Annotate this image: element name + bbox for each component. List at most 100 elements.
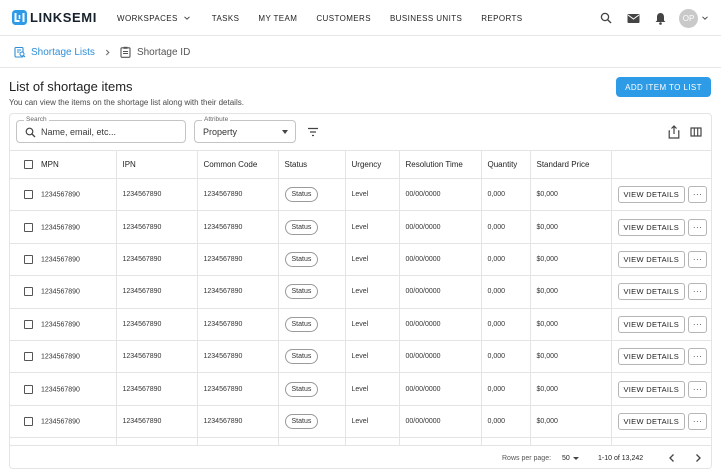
nav-my-team-label: MY TEAM xyxy=(258,13,298,23)
nav-customers[interactable]: CUSTOMERS xyxy=(316,14,371,23)
cell-resolution-time: 00/00/0000 xyxy=(399,372,482,406)
more-options-button[interactable]: ··· xyxy=(688,315,708,333)
view-details-button[interactable]: VIEW DETAILS xyxy=(617,315,686,333)
cell-ipn: 1234567890 xyxy=(116,308,198,341)
cell-urgency: Level xyxy=(345,243,400,277)
row-checkbox[interactable] xyxy=(24,222,33,232)
breadcrumb-shortage-lists[interactable]: Shortage Lists xyxy=(14,46,95,58)
cell-common-code: 1234567890 xyxy=(197,340,279,374)
more-options-button[interactable]: ··· xyxy=(688,412,708,430)
cell-urgency: Level xyxy=(345,178,400,212)
attribute-select-label: Attribute xyxy=(202,116,231,124)
brand-logo[interactable]: LINKSEMI xyxy=(11,9,97,26)
row-checkbox[interactable] xyxy=(24,287,33,297)
cell-mpn-value: 1234567890 xyxy=(41,191,80,199)
column-header-quantity[interactable]: Quantity xyxy=(481,150,531,179)
chevron-left-icon[interactable] xyxy=(666,452,678,464)
nav-reports-label: REPORTS xyxy=(481,13,523,23)
column-header-ipn[interactable]: IPN xyxy=(116,150,198,179)
notifications-button[interactable] xyxy=(653,11,667,25)
table-row[interactable]: 123456789012345678901234567890StatusLeve… xyxy=(10,308,711,341)
view-details-button[interactable]: VIEW DETAILS xyxy=(617,250,686,268)
status-badge: Status xyxy=(284,316,319,332)
search-field-label: Search xyxy=(24,116,49,124)
nav-reports[interactable]: REPORTS xyxy=(481,14,522,23)
view-details-button[interactable]: VIEW DETAILS xyxy=(617,348,686,366)
cell-quantity: 0,000 xyxy=(481,275,531,309)
cell-standard-price: $0,000 xyxy=(530,405,612,439)
row-checkbox[interactable] xyxy=(24,254,33,264)
table-row[interactable]: 123456789012345678901234567890StatusLeve… xyxy=(10,405,711,439)
cell-common-code: 1234567890 xyxy=(197,210,279,244)
more-options-icon: ··· xyxy=(692,319,703,329)
column-header-standard-price[interactable]: Standard Price xyxy=(530,150,612,179)
view-details-button[interactable]: VIEW DETAILS xyxy=(617,186,686,204)
status-badge: Status xyxy=(284,251,319,267)
messages-button[interactable] xyxy=(626,11,640,25)
view-details-button[interactable]: VIEW DETAILS xyxy=(617,218,686,236)
nav-business-units[interactable]: BUSINESS UNITS xyxy=(390,14,462,23)
add-item-button[interactable]: ADD ITEM TO LIST xyxy=(616,77,711,97)
more-options-button[interactable]: ··· xyxy=(688,283,708,301)
row-checkbox[interactable] xyxy=(24,319,33,329)
more-options-button[interactable]: ··· xyxy=(688,250,708,268)
column-header-resolution-time[interactable]: Resolution Time xyxy=(399,150,482,179)
table-row[interactable]: 123456789012345678901234567890StatusLeve… xyxy=(10,210,711,244)
cell-standard-price: $0,000 xyxy=(530,308,612,341)
select-all-checkbox[interactable] xyxy=(24,160,33,170)
share-icon[interactable] xyxy=(668,125,680,139)
cell-resolution-time: 00/00/0000 xyxy=(399,308,482,341)
cell-actions: VIEW DETAILS ··· xyxy=(611,308,711,341)
table-header-row: MPN IPN Common Code Status Urgency Resol… xyxy=(10,150,711,179)
nav-workspaces[interactable]: WORKSPACES xyxy=(117,14,191,23)
cell-mpn-value: 1234567890 xyxy=(41,321,80,329)
table-row[interactable]: 123456789012345678901234567890StatusLeve… xyxy=(10,340,711,374)
more-options-button[interactable]: ··· xyxy=(688,348,708,366)
cell-common-code: 1234567890 xyxy=(197,405,279,439)
table-row[interactable]: 123456789012345678901234567890StatusLeve… xyxy=(10,372,711,406)
cell-mpn-value: 1234567890 xyxy=(41,256,80,264)
cell-actions: VIEW DETAILS ··· xyxy=(611,210,711,244)
column-header-actions xyxy=(611,150,711,179)
view-details-button[interactable]: VIEW DETAILS xyxy=(617,412,686,430)
table-row[interactable]: 123456789012345678901234567890StatusLeve… xyxy=(10,178,711,212)
column-header-mpn[interactable]: MPN xyxy=(10,150,117,179)
view-details-button[interactable]: VIEW DETAILS xyxy=(617,380,686,398)
more-options-button[interactable]: ··· xyxy=(688,218,708,236)
cell-mpn: 1234567890 xyxy=(10,178,117,212)
cell-quantity: 0,000 xyxy=(481,210,531,244)
pagination: Rows per page: 50 1-10 of 13,242 xyxy=(10,445,711,468)
nav-tasks[interactable]: TASKS xyxy=(212,14,240,23)
table-row[interactable]: 123456789012345678901234567890StatusLeve… xyxy=(10,243,711,277)
more-options-button[interactable]: ··· xyxy=(688,186,708,204)
column-header-urgency[interactable]: Urgency xyxy=(345,150,400,179)
main-nav: WORKSPACES TASKS MY TEAM CUSTOMERS BUSIN… xyxy=(117,0,523,36)
rows-per-page-select[interactable]: 50 xyxy=(562,455,579,462)
attribute-select[interactable]: Attribute Property xyxy=(194,116,296,143)
search-input[interactable] xyxy=(41,124,181,140)
table-row[interactable]: 123456789012345678901234567890StatusLeve… xyxy=(10,275,711,309)
view-details-button[interactable]: VIEW DETAILS xyxy=(617,283,686,301)
cell-resolution-time: 00/00/0000 xyxy=(399,405,482,439)
header-actions: OP xyxy=(586,0,709,36)
row-checkbox[interactable] xyxy=(24,352,33,362)
row-checkbox[interactable] xyxy=(24,384,33,394)
chevron-right-icon[interactable] xyxy=(692,452,704,464)
filter-icon[interactable] xyxy=(307,126,319,138)
user-avatar[interactable]: OP xyxy=(679,8,698,28)
breadcrumb-current-label: Shortage ID xyxy=(136,46,191,58)
row-checkbox[interactable] xyxy=(24,190,33,200)
columns-icon[interactable] xyxy=(690,126,702,138)
search-field[interactable]: Search xyxy=(16,116,186,143)
chevron-down-icon[interactable] xyxy=(701,14,709,22)
more-options-icon: ··· xyxy=(692,287,703,297)
search-button[interactable] xyxy=(599,11,613,25)
cell-resolution-time: 00/00/0000 xyxy=(399,275,482,309)
column-header-common-code[interactable]: Common Code xyxy=(197,150,279,179)
more-options-icon: ··· xyxy=(692,352,703,362)
nav-my-team[interactable]: MY TEAM xyxy=(258,14,297,23)
row-checkbox[interactable] xyxy=(24,416,33,426)
column-header-status[interactable]: Status xyxy=(278,150,346,179)
more-options-button[interactable]: ··· xyxy=(688,380,708,398)
rows-per-page-label: Rows per page: xyxy=(502,455,552,462)
